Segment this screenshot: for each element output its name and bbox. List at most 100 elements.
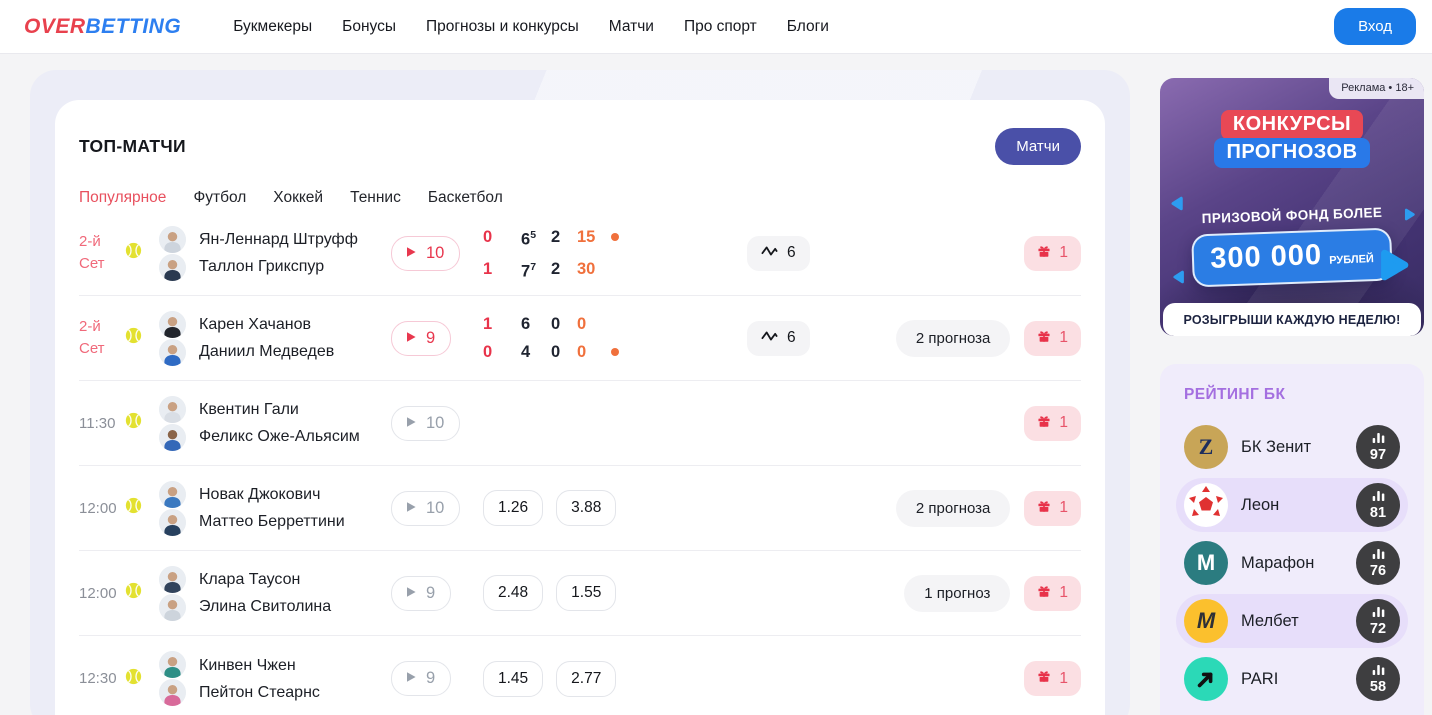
nav-item-sport[interactable]: Про спорт <box>684 18 757 36</box>
match-row[interactable]: 11:30 Квентин Гали Феликс Оже-Альясим 10… <box>79 381 1081 466</box>
logo-part-betting: BETTING <box>86 15 182 38</box>
set-score: 65 <box>521 222 551 253</box>
gift-button[interactable]: 1 <box>1024 321 1081 356</box>
bookmaker-name: Марафон <box>1241 554 1314 573</box>
player-name: Элина Свитолина <box>199 593 391 620</box>
video-button[interactable]: 9 <box>391 321 451 356</box>
gift-icon <box>1037 499 1051 518</box>
match-row[interactable]: 2-йСет Карен Хачанов Даниил Медведев 9 1… <box>79 296 1081 381</box>
match-row[interactable]: 12:00 Новак Джокович Маттео Берреттини 1… <box>79 466 1081 551</box>
player-avatar <box>159 651 186 678</box>
video-button[interactable]: 9 <box>391 661 451 696</box>
odds-button-away[interactable]: 1.55 <box>556 575 616 611</box>
rating-item-melbet[interactable]: M Мелбет 72 <box>1176 594 1408 648</box>
player-avatar <box>159 481 186 508</box>
match-row[interactable]: 2-йСет Ян-Леннард Штруфф Таллон Грикспур… <box>79 211 1081 296</box>
gift-button[interactable]: 1 <box>1024 236 1081 271</box>
match-row[interactable]: 12:30 Кинвен Чжен Пейтон Стеарнс 9 1.45 … <box>79 636 1081 715</box>
odds-button-home[interactable]: 2.48 <box>483 575 543 611</box>
rating-score-badge: 81 <box>1356 483 1400 527</box>
player-name: Кинвен Чжен <box>199 652 391 679</box>
bars-icon <box>1372 490 1385 505</box>
video-button[interactable]: 9 <box>391 576 451 611</box>
stats-button[interactable]: 6 <box>747 236 810 271</box>
rating-score: 97 <box>1370 448 1386 463</box>
tab-hockey[interactable]: Хоккей <box>273 189 323 207</box>
player-name: Даниил Медведев <box>199 338 391 365</box>
top-matches-card: ТОП-МАТЧИ Матчи Популярное Футбол Хоккей… <box>55 100 1105 715</box>
video-button[interactable]: 10 <box>391 406 460 441</box>
game-points: 0 <box>577 311 603 337</box>
pari-logo-icon <box>1184 657 1228 701</box>
player-avatar <box>159 254 186 281</box>
bookmaker-name: Леон <box>1241 496 1279 515</box>
game-points: 15 <box>577 224 603 250</box>
predictions-button[interactable]: 1 прогноз <box>904 575 1010 612</box>
banner-title-line1: КОНКУРСЫ <box>1221 110 1363 140</box>
odds-button-home[interactable]: 1.26 <box>483 490 543 526</box>
match-time: 12:00 <box>79 500 125 517</box>
rating-score-badge: 58 <box>1356 657 1400 701</box>
right-sidebar: Реклама • 18+ КОНКУРСЫ ПРОГНОЗОВ ПРИЗОВО… <box>1160 78 1424 715</box>
gift-icon <box>1037 244 1051 263</box>
gift-button[interactable]: 1 <box>1024 576 1081 611</box>
bookmaker-name: БК Зенит <box>1241 438 1311 457</box>
bookmaker-name: PARI <box>1241 670 1278 689</box>
match-row[interactable]: 12:00 Клара Таусон Элина Свитолина 9 2.4… <box>79 551 1081 636</box>
odds-button-home[interactable]: 1.45 <box>483 661 543 697</box>
set-score: 77 <box>521 254 551 285</box>
main-nav: Букмекеры Бонусы Прогнозы и конкурсы Мат… <box>233 18 829 36</box>
promo-banner[interactable]: Реклама • 18+ КОНКУРСЫ ПРОГНОЗОВ ПРИЗОВО… <box>1160 78 1424 336</box>
tab-basketball[interactable]: Баскетбол <box>428 189 503 207</box>
zenit-logo-icon: Z <box>1184 425 1228 469</box>
matches-button[interactable]: Матчи <box>995 128 1081 165</box>
nav-item-blogs[interactable]: Блоги <box>787 18 829 36</box>
rating-title: РЕЙТИНГ БК <box>1184 386 1408 404</box>
tab-football[interactable]: Футбол <box>193 189 246 207</box>
tab-popular[interactable]: Популярное <box>79 189 166 207</box>
gift-button[interactable]: 1 <box>1024 406 1081 441</box>
nav-item-matches[interactable]: Матчи <box>609 18 654 36</box>
video-button[interactable]: 10 <box>391 236 460 271</box>
tennis-ball-icon <box>125 497 142 519</box>
play-icon <box>405 584 417 603</box>
nav-item-predictions[interactable]: Прогнозы и конкурсы <box>426 18 579 36</box>
odds-group: 1.26 3.88 <box>483 490 673 526</box>
rating-item-zenit[interactable]: Z БК Зенит 97 <box>1176 420 1408 474</box>
odds-button-away[interactable]: 3.88 <box>556 490 616 526</box>
rating-item-pari[interactable]: PARI 58 <box>1176 652 1408 706</box>
odds-button-away[interactable]: 2.77 <box>556 661 616 697</box>
sport-tabs: Популярное Футбол Хоккей Теннис Баскетбо… <box>79 189 1081 211</box>
predictions-button[interactable]: 2 прогноза <box>896 490 1010 527</box>
rating-item-leon[interactable]: Леон 81 <box>1176 478 1408 532</box>
site-logo[interactable]: OVERBETTING <box>24 15 181 39</box>
player-avatar <box>159 594 186 621</box>
nav-item-bookmakers[interactable]: Букмекеры <box>233 18 312 36</box>
sets-won: 0 <box>483 224 499 250</box>
match-time: 11:30 <box>79 415 125 432</box>
gift-button[interactable]: 1 <box>1024 661 1081 696</box>
rating-item-marathon[interactable]: M Марафон 76 <box>1176 536 1408 590</box>
play-icon <box>405 414 417 433</box>
bookmaker-name: Мелбет <box>1241 612 1299 631</box>
gift-icon <box>1037 669 1051 688</box>
bars-icon <box>1372 432 1385 447</box>
nav-item-bonuses[interactable]: Бонусы <box>342 18 396 36</box>
set-score: 0 <box>551 339 577 365</box>
stats-button[interactable]: 6 <box>747 321 810 356</box>
rating-score-badge: 76 <box>1356 541 1400 585</box>
login-button[interactable]: Вход <box>1334 8 1416 45</box>
rating-score: 81 <box>1370 506 1386 521</box>
sets-won: 1 <box>483 311 499 337</box>
video-button[interactable]: 10 <box>391 491 460 526</box>
predictions-button[interactable]: 2 прогноза <box>896 320 1010 357</box>
player-avatar <box>159 424 186 451</box>
tab-tennis[interactable]: Теннис <box>350 189 401 207</box>
gift-button[interactable]: 1 <box>1024 491 1081 526</box>
serving-indicator <box>611 348 619 356</box>
bars-icon <box>1372 664 1385 679</box>
bookmaker-rating-card: РЕЙТИНГ БК Z БК Зенит 97 Леон 81 <box>1160 364 1424 715</box>
set-score: 0 <box>551 311 577 337</box>
banner-title-line2: ПРОГНОЗОВ <box>1214 138 1369 168</box>
prize-fund-label: ПРИЗОВОЙ ФОНД БОЛЕЕ <box>1160 203 1424 227</box>
